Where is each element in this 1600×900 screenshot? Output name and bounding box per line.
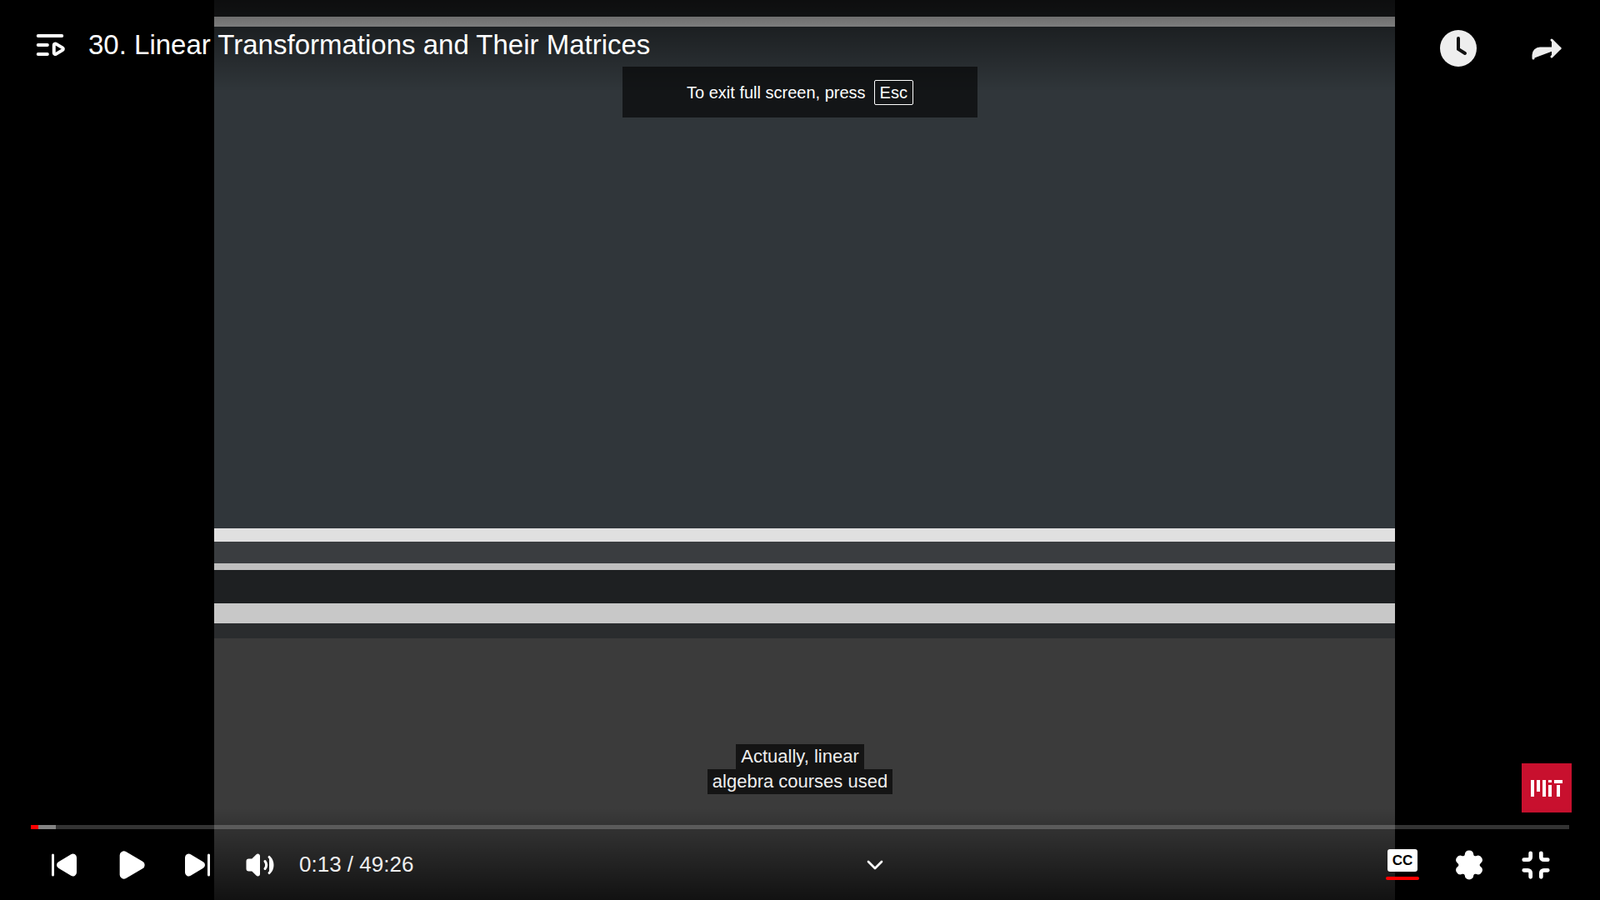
next-icon[interactable] [164,840,231,890]
share-icon[interactable] [1526,28,1567,69]
time-display: 0:13 / 49:26 [299,848,414,881]
volume-icon[interactable] [230,840,290,890]
video-title[interactable]: 30. Linear Transformations and Their Mat… [88,28,650,62]
play-icon[interactable] [97,840,165,890]
captions[interactable]: Actually, linearalgebra courses used [0,744,1600,795]
chevron-down-icon[interactable] [861,851,889,879]
bottom-bar: 0:13 / 49:26 CC [0,808,1600,900]
caption-line: algebra courses used [707,769,893,795]
mit-logo-icon[interactable] [1521,763,1572,813]
progress-played [30,825,39,830]
cc-button[interactable]: CC [1369,840,1436,890]
progress-bar[interactable] [30,825,1570,830]
watch-later-icon[interactable] [1438,28,1479,69]
caption-line: Actually, linear [735,744,864,770]
settings-gear-icon[interactable] [1435,840,1503,890]
previous-icon[interactable] [30,840,98,890]
fullscreen-toast: To exit full screen, pressEsc [622,66,978,118]
video-player[interactable]: 30. Linear Transformations and Their Mat… [0,0,1600,900]
esc-key: Esc [874,80,914,105]
exit-fullscreen-icon[interactable] [1502,840,1570,890]
playlist-icon[interactable] [33,28,67,62]
